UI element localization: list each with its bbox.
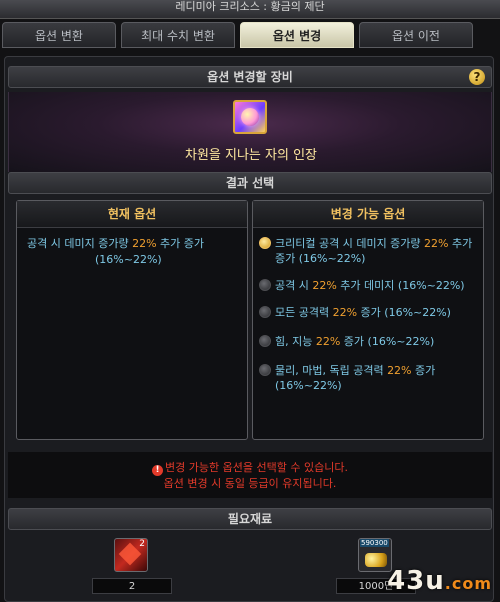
tab-option-change[interactable]: 옵션 변경 bbox=[240, 22, 354, 48]
option-item-str-int[interactable]: 힘, 지능 22% 증가 (16%~22%) bbox=[253, 334, 483, 349]
available-options-header: 변경 가능 옵션 bbox=[253, 201, 483, 228]
result-section-title: 결과 선택 bbox=[225, 176, 275, 190]
result-section-header: 결과 선택 bbox=[8, 172, 492, 194]
equipment-slot[interactable] bbox=[233, 100, 267, 134]
tab-max-value-convert[interactable]: 최대 수치 변환 bbox=[121, 22, 235, 48]
notice-line-2: 옵션 변경 시 동일 등급이 유지됩니다. bbox=[163, 477, 337, 490]
current-option-panel: 현재 옵션 공격 시 데미지 증가량 22% 추가 증가 (16%~22%) bbox=[16, 200, 248, 440]
radio-selected-icon[interactable] bbox=[259, 237, 271, 249]
crimson-essence-icon bbox=[118, 542, 142, 566]
gold-coins-icon bbox=[365, 553, 387, 567]
material-1-count: 2 bbox=[92, 578, 172, 594]
material-2-badge: 590300 bbox=[360, 539, 389, 547]
site-watermark: 43u.com bbox=[387, 566, 492, 596]
current-option-text: 공격 시 데미지 증가량 22% 추가 증가 (16%~22%) bbox=[27, 237, 205, 266]
equip-section-header: 옵션 변경할 장비 ? bbox=[8, 66, 492, 88]
equip-area: 차원을 지나는 자의 인장 bbox=[8, 92, 492, 172]
notice-message: ! 변경 가능한 옵션을 선택할 수 있습니다. 옵션 변경 시 동일 등급이 유… bbox=[8, 452, 492, 498]
option-item-all-attack[interactable]: 모든 공격력 22% 증가 (16%~22%) bbox=[253, 305, 483, 320]
option-item-additional-damage[interactable]: 공격 시 22% 추가 데미지 (16%~22%) bbox=[253, 278, 483, 293]
current-option-header: 현재 옵션 bbox=[17, 201, 247, 228]
equipment-name: 차원을 지나는 자의 인장 bbox=[185, 148, 317, 163]
material-slot-1[interactable]: 2 bbox=[114, 538, 148, 572]
radio-icon[interactable] bbox=[259, 279, 271, 291]
tab-bar: 옵션 변환 최대 수치 변환 옵션 변경 옵션 이전 bbox=[0, 20, 500, 48]
radio-icon[interactable] bbox=[259, 335, 271, 347]
seal-item-icon bbox=[241, 108, 259, 126]
radio-icon[interactable] bbox=[259, 306, 271, 318]
option-item-critical-damage[interactable]: 크리티컬 공격 시 데미지 증가량 22% 추가 증가 (16%~22%) bbox=[253, 236, 483, 266]
material-1-badge: 2 bbox=[139, 539, 145, 549]
tab-option-transfer[interactable]: 옵션 이전 bbox=[359, 22, 473, 48]
available-options-panel: 변경 가능 옵션 크리티컬 공격 시 데미지 증가량 22% 추가 증가 (16… bbox=[252, 200, 484, 440]
equip-section-title: 옵션 변경할 장비 bbox=[207, 70, 293, 84]
radio-icon[interactable] bbox=[259, 364, 271, 376]
help-icon[interactable]: ? bbox=[469, 69, 485, 85]
notice-line-1: 변경 가능한 옵션을 선택할 수 있습니다. bbox=[165, 461, 348, 474]
tab-option-convert[interactable]: 옵션 변환 bbox=[2, 22, 116, 48]
option-item-physical-magic-independent[interactable]: 물리, 마법, 독립 공격력 22% 증가 (16%~22%) bbox=[253, 363, 483, 393]
window-title: 레디미아 크리소스 : 황금의 제단 bbox=[0, 0, 500, 19]
warning-icon: ! bbox=[152, 465, 164, 476]
materials-section-title: 필요재료 bbox=[227, 512, 273, 526]
materials-section-header: 필요재료 bbox=[8, 508, 492, 530]
